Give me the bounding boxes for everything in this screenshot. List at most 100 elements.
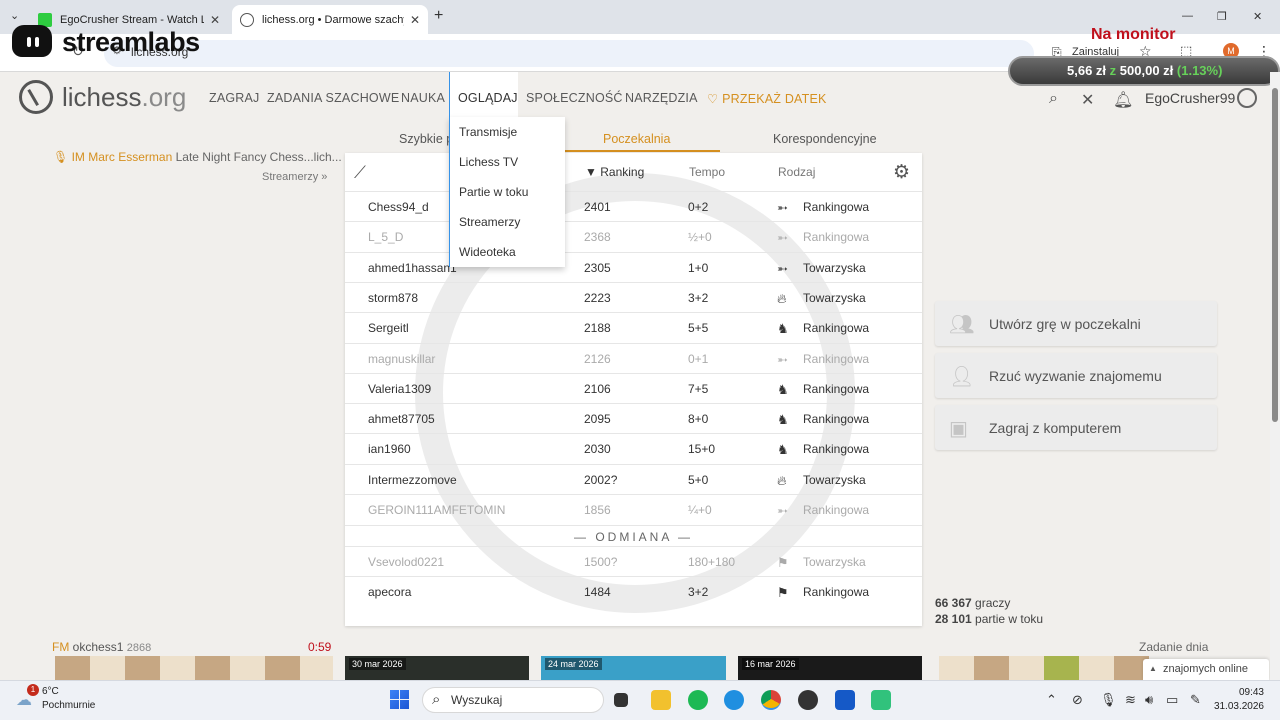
table-row[interactable]: ahmed1hassan1 2305 1+0 Towarzyska ➵ (345, 251, 922, 282)
video-thumbnail[interactable]: 16 mar 2026 (738, 656, 922, 680)
header-time[interactable]: Tempo (689, 165, 725, 179)
window-close-icon[interactable]: ✕ (1253, 10, 1262, 23)
omnibox[interactable] (104, 40, 1034, 67)
site-logo[interactable]: lichess.org (62, 82, 186, 113)
game-mode: Rankingowa (803, 351, 870, 366)
microphone-tray-icon[interactable]: 🎙︎ (1100, 692, 1117, 708)
tray-app-icon[interactable]: ✎ (1190, 692, 1201, 708)
close-tab-icon[interactable]: ✕ (210, 13, 220, 27)
friends-online-toggle[interactable]: znajomych online (1143, 659, 1269, 681)
streamers-link[interactable]: Streamerzy » (262, 171, 327, 183)
tv-player[interactable]: FM okchess1 2868 (52, 640, 151, 654)
table-row[interactable]: Sergeitl 2188 5+5 Rankingowa ♞ (345, 312, 922, 342)
menu-item-streamers[interactable]: Streamerzy (459, 215, 520, 229)
page-scrollbar[interactable] (1270, 72, 1280, 680)
video-thumbnail[interactable]: 24 mar 2026 (541, 656, 726, 680)
table-row[interactable]: Valeria1309 2106 7+5 Rankingowa ♞ (345, 372, 922, 403)
notifications-bell-icon[interactable]: 🔔︎ (1113, 90, 1133, 110)
new-tab-button[interactable]: + (434, 7, 443, 25)
friend-icon: 👤︎ (949, 366, 975, 388)
lichess-favicon-icon (240, 12, 254, 27)
table-row[interactable]: Vsevolod0221 1500? 180+180 Towarzyska ⚑ (345, 546, 922, 576)
table-row[interactable]: Chess94_d 2401 0+2 Rankingowa ➵ (345, 191, 922, 221)
table-row[interactable]: magnuskillar 2126 0+1 Rankingowa ➵ (345, 342, 922, 373)
windows-taskbar (0, 680, 1280, 720)
daily-puzzle-board[interactable] (939, 656, 1149, 680)
player-name: ahmet87705 (368, 412, 435, 427)
volume-icon[interactable]: 🔊︎ (1145, 692, 1153, 708)
bullet-speed-icon: ➵ (777, 351, 788, 367)
players-count[interactable]: 66 367 graczy (935, 596, 1010, 610)
menu-item-current-games[interactable]: Partie w toku (459, 185, 528, 199)
nav-donate[interactable]: ♡ PRZEKAŻ DATEK (707, 91, 827, 106)
tray-overflow-icon[interactable]: ⌃ (1046, 692, 1057, 708)
tray-sync-icon[interactable]: ⊘ (1072, 692, 1083, 708)
close-tab-icon[interactable]: ✕ (410, 13, 420, 27)
battery-icon[interactable]: ▭ (1166, 692, 1178, 708)
game-mode: Rankingowa (803, 412, 870, 427)
games-count[interactable]: 28 101 partie w toku (935, 612, 1043, 626)
create-lobby-game-button[interactable]: 👥︎ Utwórz grę w poczekalni (935, 301, 1217, 346)
menu-item-broadcasts[interactable]: Transmisje (459, 125, 517, 139)
game-mode: Rankingowa (803, 321, 870, 336)
game-mode: Rankingowa (803, 503, 870, 517)
challenge-friend-button[interactable]: 👤︎ Rzuć wyzwanie znajomemu (935, 353, 1217, 398)
user-avatar-icon[interactable] (1237, 88, 1257, 108)
gear-icon[interactable]: ⚙ (893, 161, 910, 184)
player-name: Chess94_d (368, 200, 429, 214)
obs-icon[interactable] (798, 690, 818, 710)
table-row[interactable]: Intermezzomove 2002? 5+0 Towarzyska 🔥︎ (345, 463, 922, 494)
nav-tools[interactable]: NARZĘDZIA (625, 91, 698, 105)
tab-quick-pairing[interactable]: Szybkie p (399, 132, 453, 146)
lichess-knight-logo-icon[interactable] (19, 80, 53, 114)
video-thumbnail[interactable]: 30 mar 2026 (345, 656, 529, 680)
challenges-icon[interactable]: ✕ (1081, 90, 1094, 110)
player-rating: 2002? (584, 472, 618, 487)
nav-puzzles[interactable]: ZADANIA SZACHOWE (267, 91, 399, 105)
nav-play[interactable]: ZAGRAJ (209, 91, 260, 105)
graph-view-icon[interactable]: ⟋ (354, 163, 366, 183)
table-row[interactable]: L_5_D 2368 ½+0 Rankingowa ➵ (345, 221, 922, 251)
live-streamer[interactable]: 🎙︎ IM Marc Esserman Late Night Fancy Che… (53, 150, 342, 164)
time-control: 8+0 (688, 412, 709, 427)
table-row[interactable]: storm878 2223 3+2 Towarzyska 🔥︎ (345, 281, 922, 312)
taskbar-date[interactable]: 31.03.2026 (1208, 701, 1264, 712)
nav-community[interactable]: SPOŁECZNOŚĆ (526, 91, 623, 105)
spotify-icon[interactable] (688, 690, 708, 710)
play-computer-button[interactable]: ▣ Zagraj z komputerem (935, 405, 1217, 450)
weather-description[interactable]: Pochmurnie (42, 700, 95, 711)
chrome-icon[interactable] (761, 690, 781, 710)
weather-temperature[interactable]: 6°C (42, 686, 59, 697)
nav-learn[interactable]: NAUKA (401, 91, 445, 105)
tab-lobby[interactable]: Poczekalnia (603, 132, 670, 146)
tab-lichess[interactable]: lichess.org • Darmowe szachy o ✕ (232, 5, 428, 34)
bullet-speed-icon: ➵ (777, 230, 788, 246)
task-view-icon[interactable] (614, 693, 628, 707)
daily-puzzle-title[interactable]: Zadanie dnia (1139, 640, 1208, 654)
game-mode: Rankingowa (803, 585, 870, 600)
app-icon[interactable] (835, 690, 855, 710)
nav-watch[interactable]: OGLĄDAJ (458, 91, 518, 105)
tab-correspondence[interactable]: Korespondencyjne (773, 132, 877, 146)
tab-list-icon[interactable]: ⌄ (10, 9, 19, 22)
streamlabs-app-icon[interactable] (871, 690, 891, 710)
table-row[interactable]: ian1960 2030 15+0 Rankingowa ♞ (345, 433, 922, 463)
table-row[interactable]: ahmet87705 2095 8+0 Rankingowa ♞ (345, 403, 922, 433)
minimize-icon[interactable]: — (1182, 10, 1193, 22)
table-row[interactable]: GEROIN111AMFETOMIN 1856 ¼+0 Rankingowa ➵ (345, 494, 922, 524)
edge-icon[interactable] (724, 690, 744, 710)
table-row[interactable]: apecora 1484 3+2 Rankingowa ⚑ (345, 576, 922, 606)
windows-start-icon[interactable] (390, 690, 409, 709)
header-rating[interactable]: ▼ Ranking (585, 165, 644, 179)
taskbar-time[interactable]: 09:43 (1220, 687, 1264, 698)
username-menu[interactable]: EgoCrusher99 (1145, 90, 1235, 106)
search-icon[interactable]: ⌕ (1049, 90, 1058, 108)
maximize-icon[interactable]: ❐ (1217, 10, 1227, 23)
wifi-icon[interactable]: ≋ (1125, 692, 1136, 708)
tv-board[interactable] (55, 656, 333, 680)
header-mode[interactable]: Rodzaj (778, 165, 815, 179)
file-explorer-icon[interactable] (651, 690, 671, 710)
taskbar-search[interactable]: Wyszukaj (422, 687, 604, 713)
menu-item-lichess-tv[interactable]: Lichess TV (459, 155, 518, 169)
menu-item-videos[interactable]: Wideoteka (459, 245, 516, 259)
